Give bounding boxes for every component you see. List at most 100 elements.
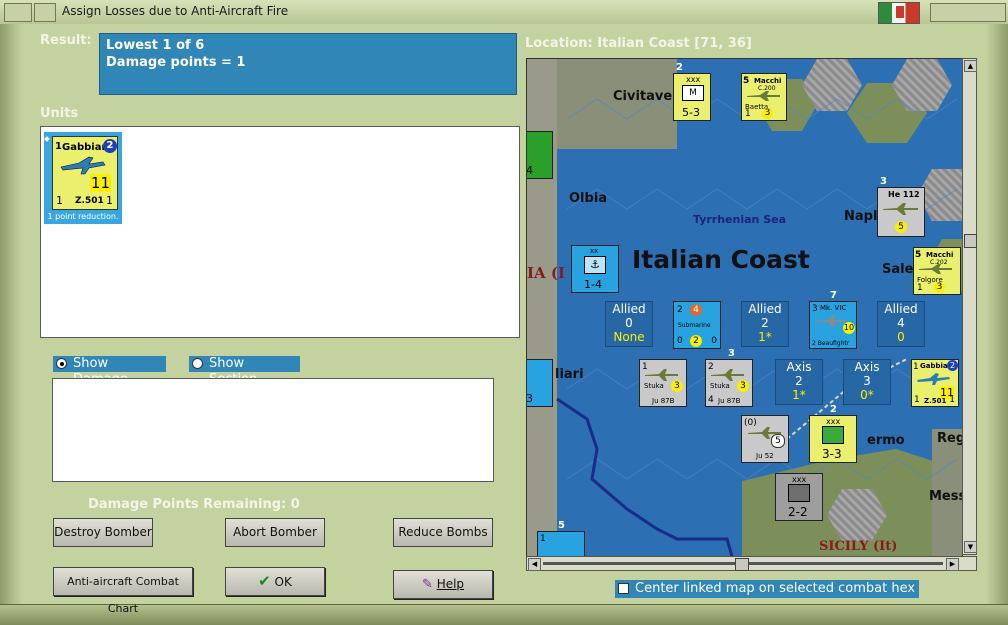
damage-details-box xyxy=(52,378,494,482)
map-counter-submarine[interactable]: 2 4 Submarine 0 2 0 xyxy=(673,301,721,349)
map-counter-infantry-top[interactable]: 2 xxx M 5-3 xyxy=(673,62,711,121)
info-box-axis-3[interactable]: Axis 3 0* xyxy=(843,359,891,405)
location-label: Location: Italian Coast [71, 36] xyxy=(525,36,752,51)
ok-button[interactable]: ✔ OK xyxy=(225,567,325,596)
help-label: Help xyxy=(436,577,465,591)
radio-unselected-icon xyxy=(192,358,203,369)
map-label-sicily: SICILY (It) xyxy=(819,539,898,554)
counter-type: Ju 87B xyxy=(652,397,675,405)
map-label-messina: Mess xyxy=(929,489,963,504)
counter-top: 2 xyxy=(830,404,837,415)
map-counter-gabbiano[interactable]: 1 Gabbiano 2 11 1 Z.501 1 xyxy=(911,359,959,407)
close-button[interactable] xyxy=(930,3,1006,22)
map-counter-bottom-left[interactable]: 5 1 xyxy=(537,520,585,556)
map-counter-left-green[interactable]: -4 xyxy=(527,131,553,179)
counter-bottom-left: 4 xyxy=(708,395,714,405)
map-counter-macchi-right[interactable]: 5 Macchi C.202 Folgore 1 3 xyxy=(913,247,961,295)
radio-selected-icon xyxy=(56,358,67,369)
bottom-frame-border xyxy=(0,604,1008,625)
counter-stat: 3-3 xyxy=(822,447,842,461)
info-box-allied-0[interactable]: Allied 0 None xyxy=(605,301,653,347)
unit-badge: 2 xyxy=(103,139,117,153)
map-counter-beaufighter[interactable]: 7 3 Mk. VIC 10 2 Beaufightr xyxy=(809,290,857,349)
map-vertical-scrollbar[interactable]: ▲ ▼ xyxy=(962,58,977,555)
scroll-up-icon[interactable]: ▲ xyxy=(964,60,977,72)
horizontal-scroll-thumb[interactable] xyxy=(735,558,749,571)
counter-size: xxx xyxy=(792,475,807,484)
map-label-tyrrhenian-sea: Tyrrhenian Sea xyxy=(693,213,787,226)
info-box-allied-2[interactable]: Allied 2 1* xyxy=(741,301,789,347)
scroll-right-icon[interactable]: ▶ xyxy=(946,558,959,571)
seaplane-icon xyxy=(60,156,106,175)
map-counter-ju52[interactable]: (0) 5 Ju 52 xyxy=(741,415,789,463)
info-label: Axis xyxy=(786,360,812,374)
show-section-radio[interactable]: Show Section xyxy=(189,356,300,387)
map-counter-naval-base[interactable]: xx ⚓ 1-4 xyxy=(571,245,619,293)
info-extra: 0 xyxy=(897,330,905,344)
aa-combat-chart-button[interactable]: Anti-aircraft Combat Chart xyxy=(53,567,193,615)
counter-top: 5 xyxy=(915,250,922,260)
infantry-symbol-icon xyxy=(822,426,844,444)
map-counter-macchi-top[interactable]: 5 Macchi C.200 Baetta 1 3 xyxy=(741,73,787,121)
map-counter-infantry-bottom[interactable]: xxx 2-2 xyxy=(775,473,823,521)
info-label: Allied xyxy=(612,302,646,316)
counter-stat: 5-3 xyxy=(682,106,700,119)
ok-label: OK xyxy=(274,575,292,589)
counter-type: Ju 87B xyxy=(718,397,741,405)
fighter-plane-icon xyxy=(919,264,952,274)
left-frame-border xyxy=(0,24,22,608)
help-button[interactable]: ✎ Help xyxy=(393,570,493,599)
counter-v3: 0 xyxy=(677,336,683,346)
scroll-left-icon[interactable]: ◀ xyxy=(528,558,541,571)
counter-badge: 2 xyxy=(947,360,958,371)
map-counter-he112[interactable]: 3 He 112 5 xyxy=(877,176,925,237)
scroll-down-icon[interactable]: ▼ xyxy=(964,541,977,553)
counter-stat: 1-4 xyxy=(584,278,602,291)
counter-value: 3 xyxy=(737,380,749,392)
abort-bomber-button[interactable]: Abort Bomber xyxy=(225,518,325,547)
counter-name: He 112 xyxy=(888,190,920,199)
info-box-axis-2[interactable]: Axis 2 1* xyxy=(775,359,823,405)
unit-caption: 1 point reduction. xyxy=(47,212,119,221)
map-label-salerno: Sale xyxy=(882,262,914,277)
help-book-icon: ✎ xyxy=(421,577,433,592)
info-extra: 1* xyxy=(792,388,806,402)
counter-value: 3 xyxy=(934,282,945,293)
info-label: Allied xyxy=(884,302,918,316)
counter-type: 2 Beaufightr xyxy=(812,340,850,347)
info-box-allied-4[interactable]: Allied 4 0 xyxy=(877,301,925,347)
counter-v5: 0 xyxy=(711,336,717,346)
map-counter-stuka-1[interactable]: 1 Stuka 3 Ju 87B xyxy=(639,359,687,407)
info-extra: 1* xyxy=(758,330,772,344)
infantry-symbol-icon xyxy=(788,484,810,502)
map-horizontal-scrollbar[interactable]: ◀ ▶ xyxy=(526,556,977,571)
counter-type: Z.501 xyxy=(924,397,947,405)
counter-left: 1 xyxy=(745,109,751,119)
info-value: 3 xyxy=(863,374,871,388)
vertical-scroll-thumb[interactable] xyxy=(964,234,977,248)
savoy-shield-icon xyxy=(895,5,905,19)
system-menu-button[interactable] xyxy=(4,3,32,22)
info-label: Axis xyxy=(854,360,880,374)
map-counter-left-blue[interactable]: -3 xyxy=(527,359,553,407)
minimize-button[interactable] xyxy=(34,3,56,22)
map-view[interactable]: Civitave Olbia Tyrrhenian Sea Italian Co… xyxy=(526,58,963,557)
counter-value: 1 xyxy=(540,534,546,544)
reduce-bombs-button[interactable]: Reduce Bombs xyxy=(393,518,493,547)
units-list[interactable]: 1 Gabbiano 2 11 1 Z.501 1 1 point reduct… xyxy=(40,126,520,338)
counter-value: 10 xyxy=(843,322,855,334)
show-damage-radio[interactable]: Show Damage xyxy=(53,356,166,387)
infantry-symbol-icon: M xyxy=(682,85,704,101)
counter-size: xxx xyxy=(826,417,841,426)
center-linked-map-checkbox[interactable]: Center linked map on selected combat hex xyxy=(615,580,920,598)
unit-item-gabbiano[interactable]: 1 Gabbiano 2 11 1 Z.501 1 1 point reduct… xyxy=(44,132,122,224)
map-label-civitavecchia: Civitave xyxy=(613,89,673,104)
counter-top: 5 xyxy=(558,520,565,531)
map-label-napoli: Napl xyxy=(844,209,878,224)
map-counter-infantry-mid[interactable]: 2 xxx 3-3 xyxy=(809,404,857,463)
counter-name: Mk. VIC xyxy=(820,304,847,312)
title-bar: Assign Losses due to Anti-Aircraft Fire xyxy=(0,0,1008,25)
map-title-italian-coast: Italian Coast xyxy=(632,245,810,274)
map-counter-stuka-2[interactable]: 3 2 Stuka 3 4 Ju 87B xyxy=(705,348,753,407)
destroy-bomber-button[interactable]: Destroy Bomber xyxy=(53,518,153,547)
